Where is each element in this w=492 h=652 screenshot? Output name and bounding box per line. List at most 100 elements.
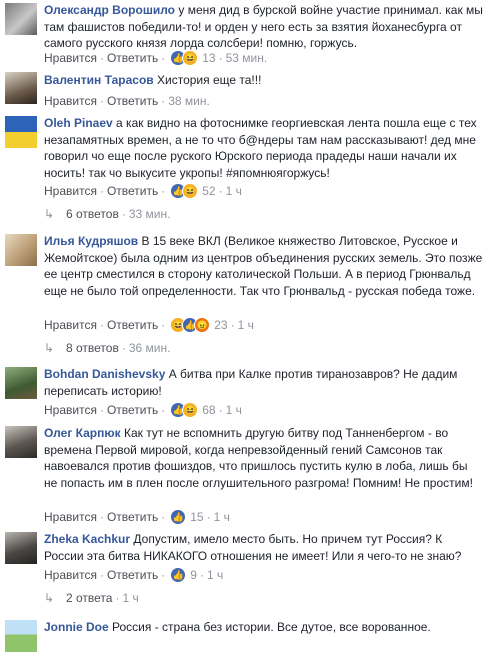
timestamp[interactable]: 1 ч [238, 318, 254, 332]
comment-actions: Нравится · Ответить · 👍 😆 52 · 1 ч [44, 183, 242, 199]
separator: · [161, 94, 166, 108]
separator: · [206, 510, 211, 524]
avatar[interactable] [5, 234, 37, 266]
separator: · [218, 403, 223, 417]
separator: · [99, 184, 104, 198]
comment-actions: Нравится · Ответить · 👍 9 · 1 ч [44, 567, 223, 583]
reply-link[interactable]: Ответить [107, 51, 158, 65]
comment-body: Олександр Ворошило у меня дид в бурской … [44, 2, 484, 52]
reply-link[interactable]: Ответить [107, 403, 158, 417]
replies-time: 36 мин. [128, 341, 171, 355]
like-link[interactable]: Нравится [44, 510, 97, 524]
separator: · [161, 403, 166, 417]
avatar[interactable] [5, 116, 37, 148]
comment-author[interactable]: Илья Кудряшов [44, 234, 138, 248]
comment-author[interactable]: Jonnie Doe [44, 620, 109, 634]
comment-actions: Нравится · Ответить · 😆 👍 😠 23 · 1 ч [44, 317, 254, 333]
reactions[interactable]: 👍 [170, 567, 187, 583]
separator: · [99, 568, 104, 582]
comment-author[interactable]: Zheka Kachkur [44, 532, 130, 546]
like-link[interactable]: Нравится [44, 51, 97, 65]
avatar[interactable] [5, 3, 37, 35]
comment-body: Илья Кудряшов В 15 веке ВКЛ (Великое кня… [44, 233, 484, 299]
reply-arrow-icon: ↳ [44, 207, 55, 221]
reaction-count: 15 [190, 510, 204, 524]
reaction-count: 9 [190, 568, 197, 582]
reactions[interactable]: 👍 [170, 509, 187, 525]
reply-link[interactable]: Ответить [107, 184, 158, 198]
replies-count[interactable]: 2 ответа [66, 591, 112, 605]
comment-author[interactable]: Oleh Pinaev [44, 116, 113, 130]
comment-author[interactable]: Олег Карпюк [44, 426, 121, 440]
reply-link[interactable]: Ответить [107, 510, 158, 524]
separator: · [121, 341, 126, 355]
replies-count[interactable]: 6 ответов [66, 207, 119, 221]
timestamp[interactable]: 53 мин. [226, 51, 268, 65]
separator: · [161, 568, 166, 582]
comment-author[interactable]: Олександр Ворошило [44, 3, 175, 17]
timestamp[interactable]: 1 ч [214, 510, 230, 524]
laughing-face-icon: 😆 [182, 50, 199, 66]
reaction-count: 13 [202, 51, 216, 65]
like-link[interactable]: Нравится [44, 184, 97, 198]
avatar[interactable] [5, 620, 37, 652]
reaction-count: 68 [202, 403, 216, 417]
view-replies[interactable]: ↳ 8 ответов · 36 мин. [44, 341, 170, 355]
laughing-face-icon: 😆 [182, 183, 199, 199]
reactions[interactable]: 👍 😆 [170, 183, 199, 199]
timestamp[interactable]: 1 ч [226, 403, 242, 417]
separator: · [230, 318, 235, 332]
avatar[interactable] [5, 72, 37, 104]
comment-actions: Нравится · Ответить · 38 мин. [44, 94, 210, 108]
avatar[interactable] [5, 426, 37, 458]
replies-count[interactable]: 8 ответов [66, 341, 119, 355]
separator: · [99, 403, 104, 417]
comment-text: Россия - страна без истории. Все дутое, … [112, 620, 431, 634]
reactions[interactable]: 👍 😆 [170, 50, 199, 66]
comment-body: Олег Карпюк Как тут не вспомнить другую … [44, 425, 484, 491]
separator: · [161, 51, 166, 65]
separator: · [161, 318, 166, 332]
reactions[interactable]: 😆 👍 😠 [170, 317, 211, 333]
like-link[interactable]: Нравится [44, 94, 97, 108]
separator: · [99, 94, 104, 108]
like-link[interactable]: Нравится [44, 318, 97, 332]
reaction-count: 23 [214, 318, 228, 332]
reactions[interactable]: 👍 😆 [170, 402, 199, 418]
comment-body: Oleh Pinaev а как видно на фотоснимке ге… [44, 115, 484, 181]
view-replies[interactable]: ↳ 6 ответов · 33 мин. [44, 207, 170, 221]
separator: · [99, 318, 104, 332]
separator: · [199, 568, 204, 582]
thumbs-up-icon: 👍 [170, 509, 187, 525]
comment-actions: Нравится · Ответить · 👍 15 · 1 ч [44, 509, 230, 525]
timestamp[interactable]: 1 ч [226, 184, 242, 198]
reaction-count: 52 [202, 184, 216, 198]
comment-body: Jonnie Doe Россия - страна без истории. … [44, 619, 484, 636]
timestamp[interactable]: 1 ч [207, 568, 223, 582]
view-replies[interactable]: ↳ 2 ответа · 1 ч [44, 591, 139, 605]
timestamp[interactable]: 38 мин. [168, 94, 210, 108]
avatar[interactable] [5, 367, 37, 399]
separator: · [121, 207, 126, 221]
reply-link[interactable]: Ответить [107, 568, 158, 582]
separator: · [218, 51, 223, 65]
separator: · [99, 51, 104, 65]
comment-body: Bohdan Danishevsky А битва при Калке про… [44, 366, 484, 399]
replies-time: 33 мин. [128, 207, 171, 221]
separator: · [115, 591, 120, 605]
like-link[interactable]: Нравится [44, 403, 97, 417]
reply-link[interactable]: Ответить [107, 94, 158, 108]
separator: · [99, 510, 104, 524]
comment-author[interactable]: Валентин Тарасов [44, 73, 154, 87]
reply-link[interactable]: Ответить [107, 318, 158, 332]
angry-face-icon: 😠 [194, 317, 211, 333]
separator: · [218, 184, 223, 198]
comment-body: Валентин Тарасов Хистория еще та!!! [44, 72, 484, 89]
avatar[interactable] [5, 532, 37, 564]
separator: · [161, 510, 166, 524]
comments-list: Олександр Ворошило у меня дид в бурской … [0, 0, 492, 652]
comment-actions: Нравится · Ответить · 👍 😆 13 · 53 мин. [44, 50, 267, 66]
like-link[interactable]: Нравится [44, 568, 97, 582]
comment-text: Хистория еще та!!! [157, 73, 262, 87]
comment-author[interactable]: Bohdan Danishevsky [44, 367, 165, 381]
